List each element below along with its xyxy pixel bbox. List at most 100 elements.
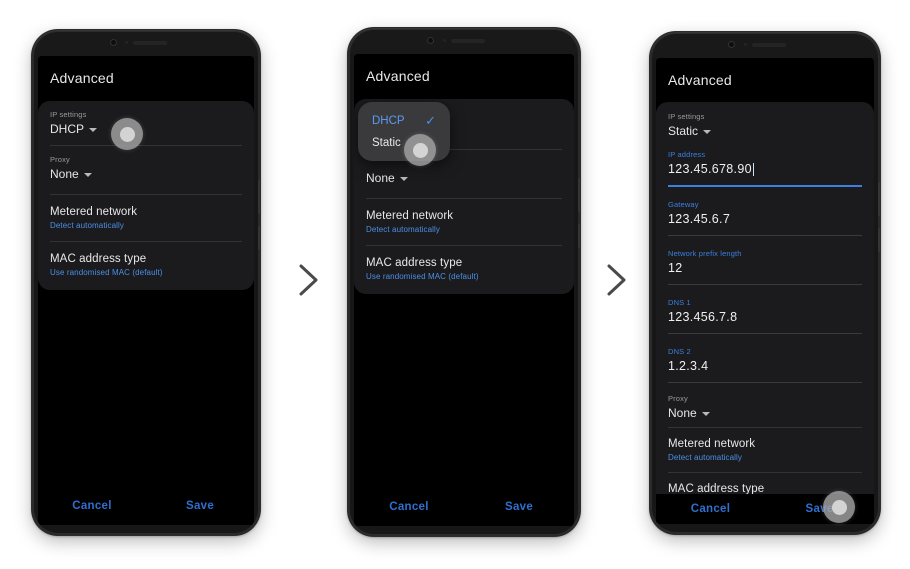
phone1-power-button[interactable]	[258, 226, 260, 250]
phone2-power-button[interactable]	[578, 224, 580, 248]
text-cursor	[752, 162, 754, 176]
front-camera-icon	[426, 37, 434, 44]
metered-network-row[interactable]: Metered network Detect automatically	[656, 428, 874, 472]
step-separator-chevron-2	[599, 258, 633, 302]
mac-address-type-subtitle: Use randomised MAC (default)	[50, 268, 163, 277]
phone3-top-bezel	[650, 32, 880, 58]
ip-settings-value[interactable]: DHCP	[50, 122, 242, 136]
sensor-icon	[744, 43, 748, 46]
ip-address-value[interactable]: 123.45.678.90	[668, 162, 862, 180]
proxy-group[interactable]: Proxy None	[656, 385, 874, 427]
dns2-label: DNS 2	[668, 346, 691, 356]
cancel-button[interactable]: Cancel	[354, 501, 464, 513]
cancel-button[interactable]: Cancel	[38, 500, 146, 512]
comparison-stage: Advanced IP settings DHCP Proxy None Met…	[0, 0, 910, 569]
save-button[interactable]: Save	[765, 503, 874, 515]
sensor-icon	[443, 39, 447, 42]
earpiece-speaker-icon	[451, 39, 486, 43]
settings-card-step3: IP settings Static IP address 123.45.678…	[656, 102, 874, 498]
metered-network-title: Metered network	[366, 210, 454, 222]
metered-network-row[interactable]: Metered network Detect automatically	[38, 195, 254, 241]
settings-card-step1: IP settings DHCP Proxy None Metered netw…	[38, 101, 254, 290]
ip-settings-selected-text: DHCP	[50, 122, 85, 136]
touch-indicator-save	[823, 491, 855, 523]
dns2-underline	[668, 381, 862, 383]
proxy-selected-text: None	[50, 167, 79, 181]
dns2-text: 1.2.3.4	[668, 358, 709, 373]
ip-settings-group[interactable]: IP settings Static	[656, 102, 874, 144]
save-button[interactable]: Save	[464, 501, 574, 513]
chevron-down-icon	[701, 411, 710, 416]
proxy-value[interactable]: None	[668, 406, 862, 420]
phone-frame-step2: Advanced Proxy None Metered network Dete…	[348, 28, 580, 536]
dropdown-option-dhcp-label: DHCP	[372, 114, 405, 127]
mac-address-type-title: MAC address type	[50, 253, 147, 265]
dropdown-option-dhcp[interactable]: DHCP ✓	[358, 109, 450, 132]
mac-address-type-row[interactable]: MAC address type Use randomised MAC (def…	[354, 246, 574, 294]
page-title: Advanced	[50, 70, 114, 86]
cancel-button[interactable]: Cancel	[656, 503, 765, 515]
metered-network-title: Metered network	[668, 437, 756, 450]
gateway-value[interactable]: 123.45.6.7	[668, 212, 862, 230]
gateway-field[interactable]: Gateway 123.45.6.7	[656, 189, 874, 235]
page-title: Advanced	[366, 68, 430, 84]
dns1-text: 123.456.7.8	[668, 309, 738, 324]
dns2-field[interactable]: DNS 2 1.2.3.4	[656, 336, 874, 382]
dropdown-option-static-label: Static	[372, 137, 401, 149]
dns1-label: DNS 1	[668, 297, 691, 307]
metered-network-row[interactable]: Metered network Detect automatically	[354, 199, 574, 245]
check-icon: ✓	[425, 113, 436, 128]
network-prefix-length-value[interactable]: 12	[668, 261, 862, 279]
network-prefix-length-label: Network prefix length	[668, 248, 742, 258]
metered-network-subtitle: Detect automatically	[50, 221, 125, 230]
phone1-volume-button[interactable]	[258, 180, 260, 214]
phone-frame-step1: Advanced IP settings DHCP Proxy None Met…	[32, 30, 260, 535]
proxy-label: Proxy	[668, 393, 688, 403]
front-camera-icon	[728, 41, 736, 48]
proxy-label: Proxy	[50, 155, 70, 164]
ip-settings-value[interactable]: Static	[668, 124, 862, 138]
chevron-down-icon	[703, 130, 712, 134]
ip-settings-label: IP settings	[668, 112, 705, 121]
front-camera-icon	[109, 39, 117, 46]
earpiece-speaker-icon	[752, 43, 787, 47]
phone2-volume-button[interactable]	[578, 178, 580, 212]
phone-frame-step3: Advanced IP settings Static IP address 1…	[650, 32, 880, 534]
network-prefix-length-text: 12	[668, 260, 683, 275]
chevron-down-icon	[83, 173, 92, 177]
proxy-group[interactable]: Proxy None	[38, 146, 254, 190]
phone3-volume-button[interactable]	[878, 182, 880, 216]
save-button[interactable]: Save	[146, 500, 254, 512]
ip-settings-group[interactable]: IP settings DHCP	[38, 101, 254, 145]
ip-address-label: IP address	[668, 150, 706, 159]
ip-address-underline-focused	[668, 185, 862, 187]
proxy-selected-text: None	[668, 405, 697, 420]
touch-indicator-ip-settings	[111, 118, 143, 150]
step-separator-chevron-1	[291, 258, 325, 302]
phone1-screen: Advanced IP settings DHCP Proxy None Met…	[38, 56, 254, 525]
ip-address-text: 123.45.678.90	[668, 162, 752, 176]
metered-network-title: Metered network	[50, 206, 138, 218]
phone2-screen: Advanced Proxy None Metered network Dete…	[354, 54, 574, 526]
phone2-top-bezel	[348, 28, 580, 54]
proxy-selected-text: None	[366, 171, 395, 185]
ip-address-field[interactable]: IP address 123.45.678.90	[656, 144, 874, 185]
dns2-value[interactable]: 1.2.3.4	[668, 359, 862, 377]
mac-address-type-row[interactable]: MAC address type Use randomised MAC (def…	[38, 242, 254, 290]
chevron-down-icon	[399, 177, 408, 181]
network-prefix-length-underline	[668, 283, 862, 285]
dns1-underline	[668, 332, 862, 334]
proxy-value[interactable]: None	[50, 167, 242, 181]
network-prefix-length-field[interactable]: Network prefix length 12	[656, 238, 874, 284]
earpiece-speaker-icon	[133, 41, 168, 45]
gateway-label: Gateway	[668, 199, 699, 209]
dns1-field[interactable]: DNS 1 123.456.7.8	[656, 287, 874, 333]
metered-network-subtitle: Detect automatically	[366, 225, 441, 234]
phone3-power-button[interactable]	[878, 228, 880, 252]
sensor-icon	[125, 41, 129, 44]
phone1-top-bezel	[32, 30, 260, 56]
phone1-action-bar: Cancel Save	[38, 487, 254, 525]
gateway-text: 123.45.6.7	[668, 211, 731, 226]
proxy-value[interactable]: None	[366, 171, 562, 185]
dns1-value[interactable]: 123.456.7.8	[668, 310, 862, 328]
